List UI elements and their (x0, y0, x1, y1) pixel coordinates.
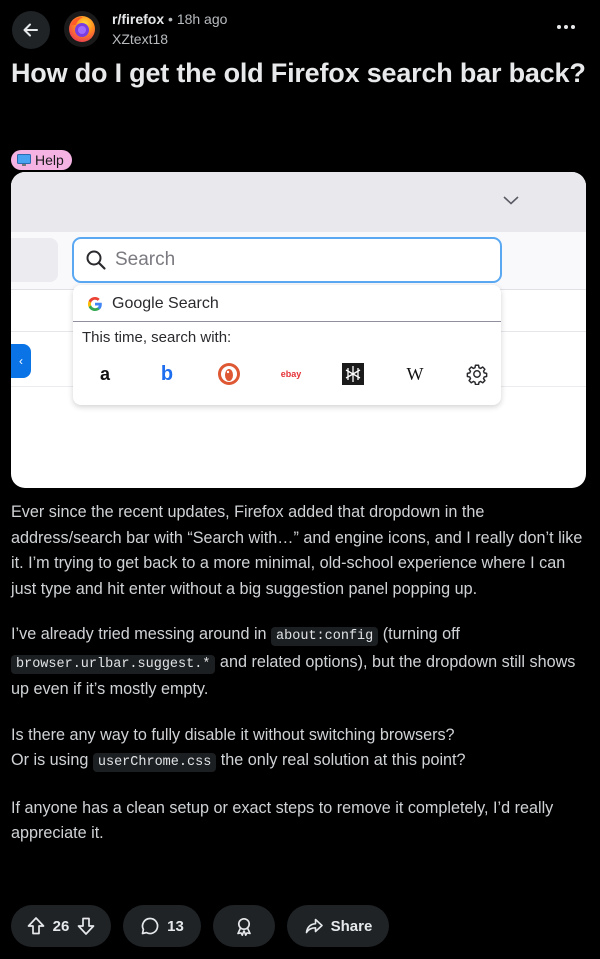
downvote-icon[interactable] (76, 916, 96, 936)
post-time: 18h ago (176, 11, 228, 27)
post-title: How do I get the old Firefox search bar … (11, 58, 586, 88)
post-header: r/firefox • 18h ago XZtext18 (0, 0, 600, 58)
vote-count: 26 (52, 917, 70, 935)
back-button[interactable] (12, 11, 50, 49)
google-search-label: Google Search (112, 295, 219, 312)
award-button[interactable] (213, 905, 275, 947)
body-paragraph-1: Ever since the recent updates, Firefox a… (11, 503, 583, 598)
browser-tabbar (11, 172, 586, 232)
vote-pill: 26 (11, 905, 111, 947)
arrow-left-icon (23, 23, 38, 37)
body-paragraph-2: I’ve already tried messing around in abo… (11, 625, 576, 698)
code-userchrome: userChrome.css (92, 753, 217, 772)
comment-icon (141, 917, 159, 935)
google-suggestion: Google Search (87, 295, 219, 313)
amazon-icon: a (99, 364, 110, 384)
settings-gear-icon (463, 360, 491, 388)
search-input (115, 249, 475, 271)
dropdown-separator (73, 321, 501, 322)
search-icon (86, 250, 106, 270)
search-dropdown: Google Search This time, search with: a … (73, 285, 501, 405)
flair-label: Help (35, 152, 64, 168)
post-body: Ever since the recent updates, Firefox a… (11, 500, 586, 867)
award-icon (237, 917, 251, 936)
share-button[interactable]: Share (287, 905, 389, 947)
subreddit-name[interactable]: r/firefox (112, 11, 164, 27)
monitor-icon (17, 153, 31, 166)
searchbar (72, 237, 502, 283)
more-options-button[interactable] (554, 15, 578, 39)
engine-row: a b ebay W (91, 360, 496, 388)
action-bar: 26 13 Share (11, 905, 591, 947)
share-label: Share (330, 917, 373, 935)
bing-icon: b (160, 362, 174, 385)
body-paragraph-3: Is there any way to fully disable it wit… (11, 725, 466, 772)
duckduckgo-icon (215, 360, 243, 388)
body-paragraph-4: If anyone has a clean setup or exact ste… (11, 798, 554, 843)
google-icon (88, 297, 102, 311)
more-horizontal-icon (557, 25, 575, 29)
blue-button: ‹ (11, 344, 31, 378)
subreddit-avatar[interactable] (64, 11, 100, 47)
comment-count: 13 (167, 917, 184, 935)
upvote-icon[interactable] (26, 916, 46, 936)
post-image[interactable]: ‹ Google Search This time, search with: … (11, 172, 586, 488)
code-about-config: about:config (271, 627, 379, 646)
wikipedia-icon: W (406, 363, 424, 384)
meta-separator: • (168, 11, 173, 27)
perplexity-icon (339, 360, 367, 388)
search-with-label: This time, search with: (82, 329, 232, 346)
chevron-down-icon (503, 196, 519, 205)
post-flair[interactable]: Help (11, 150, 72, 170)
firefox-logo-icon (69, 16, 95, 42)
author-name[interactable]: XZtext18 (112, 29, 227, 49)
ebay-icon: ebay (280, 369, 302, 379)
comments-button[interactable]: 13 (123, 905, 201, 947)
browser-address-field (11, 238, 58, 282)
code-urlbar-suggest: browser.urlbar.suggest.* (11, 654, 216, 674)
share-icon (305, 918, 323, 934)
